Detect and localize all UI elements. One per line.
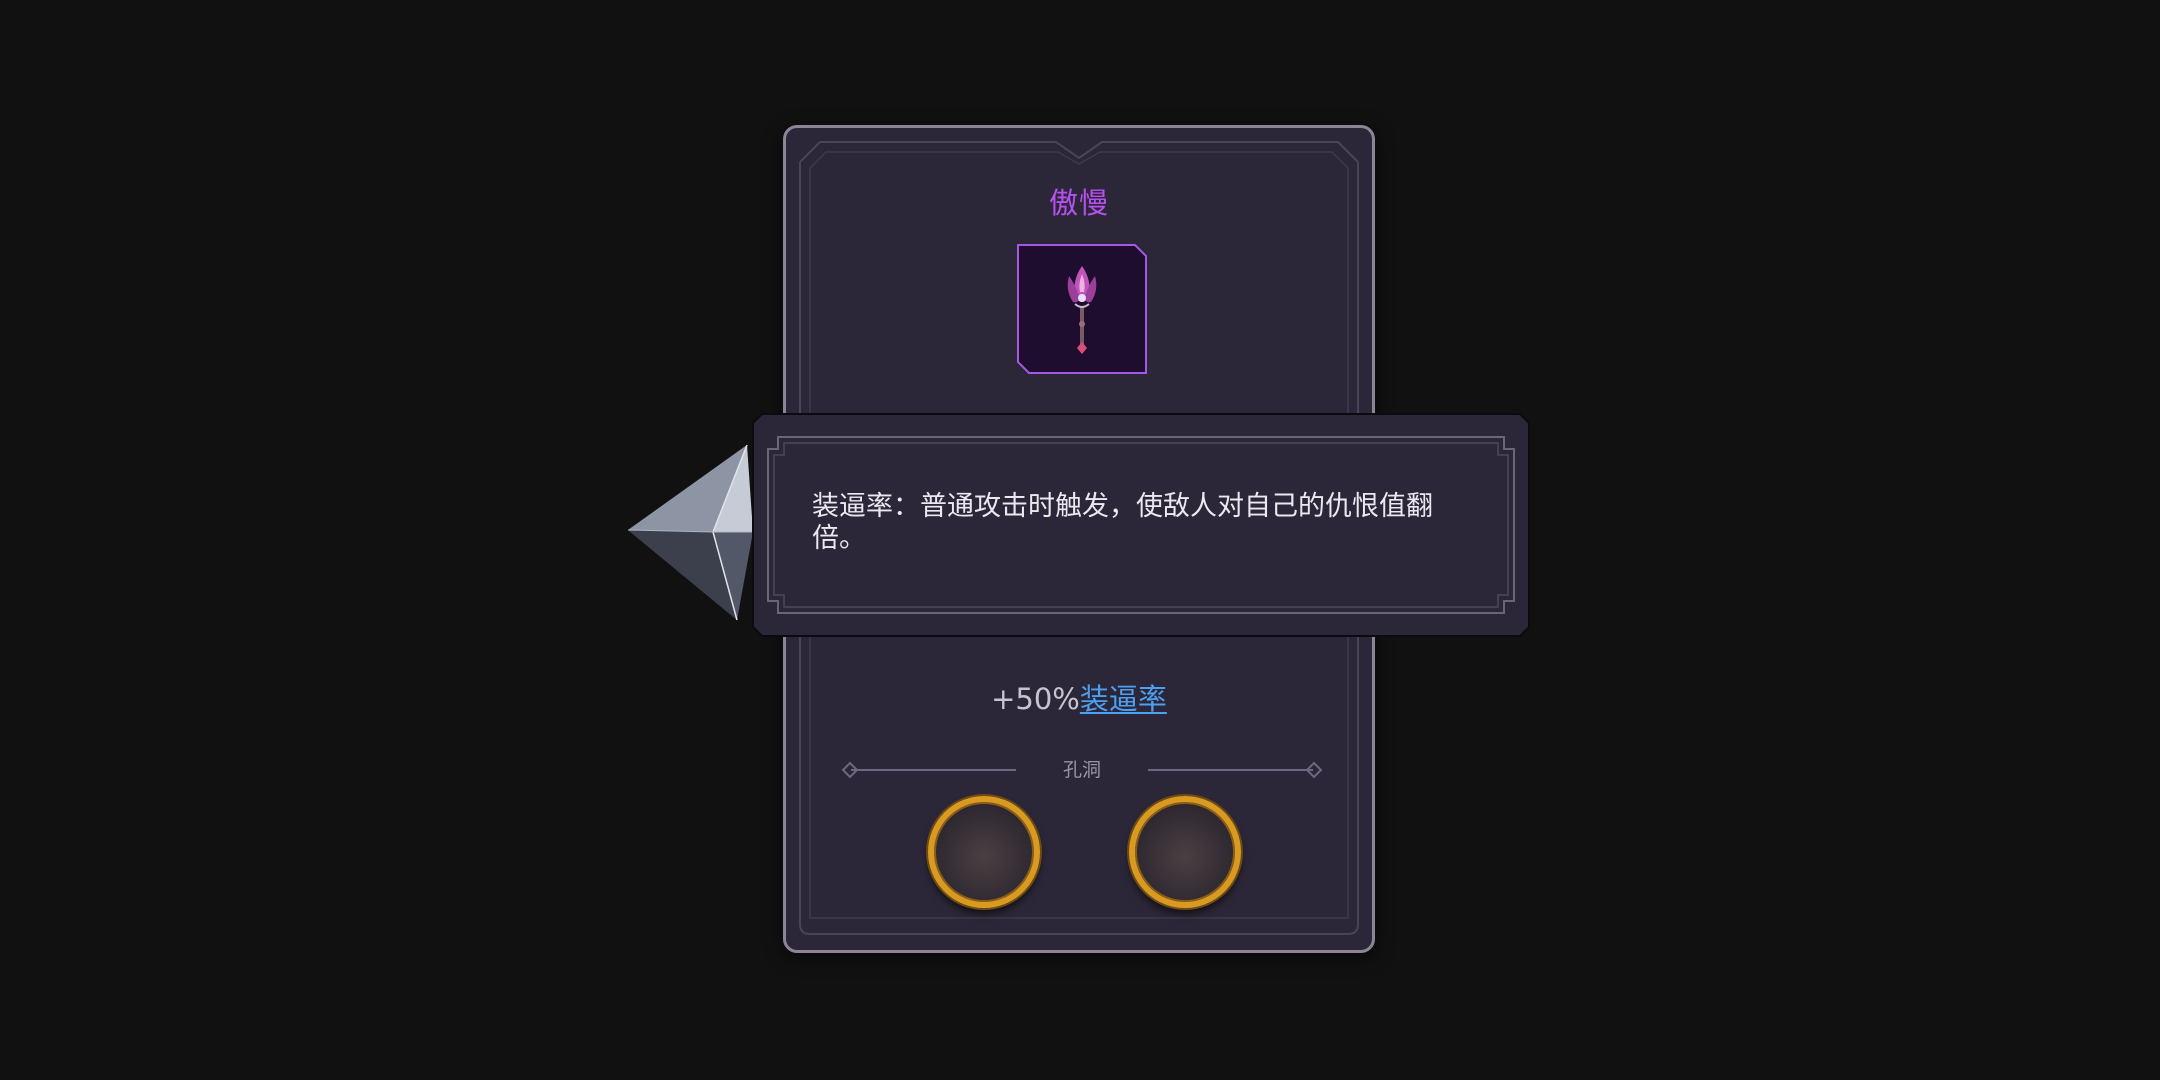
- pink-lotus-scepter-icon: [1017, 244, 1147, 374]
- sockets-label: 孔洞: [1062, 759, 1101, 781]
- tooltip-text: 装逼率：普通攻击时触发，使敌人对自己的仇恨值翻倍。: [812, 491, 1433, 554]
- item-title: 傲慢: [1048, 186, 1109, 220]
- socket-slot-2[interactable]: [1129, 796, 1241, 908]
- stat-keyword-link[interactable]: 装逼率: [1080, 682, 1167, 716]
- sockets-divider: 孔洞: [841, 758, 1323, 782]
- stat-value: +50%: [991, 682, 1080, 716]
- tooltip-pointer-crystal: [625, 442, 755, 622]
- socket-slot-1[interactable]: [928, 796, 1040, 908]
- stat-line: +50%装逼率: [786, 676, 1372, 718]
- item-icon-slot[interactable]: [1017, 244, 1147, 374]
- keyword-tooltip: 装逼率：普通攻击时触发，使敌人对自己的仇恨值翻倍。: [752, 413, 1530, 637]
